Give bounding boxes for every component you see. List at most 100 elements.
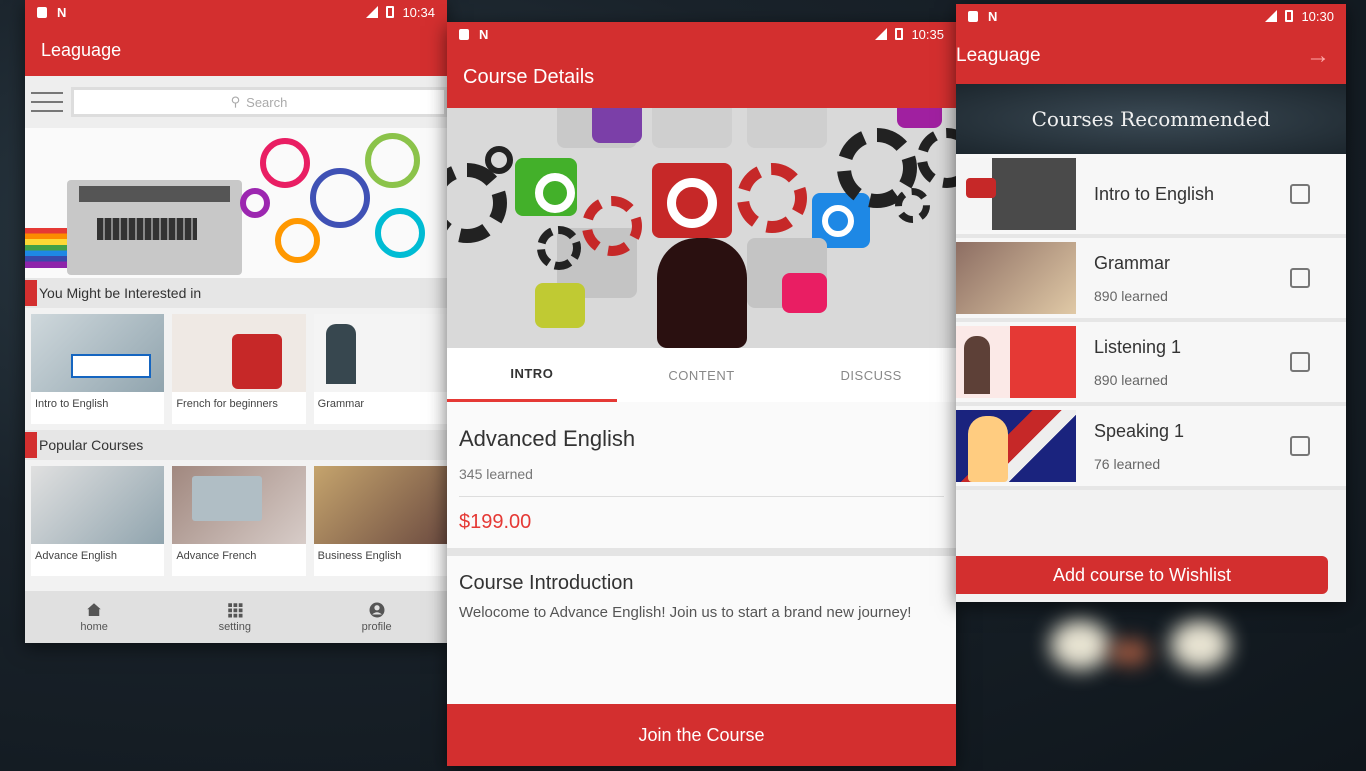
- course-thumbnail: [956, 410, 1076, 482]
- laptop-image: [67, 180, 242, 275]
- nav-setting[interactable]: setting: [219, 601, 251, 633]
- course-info: Grammar 890 learned: [1076, 253, 1290, 304]
- nav-label: home: [80, 621, 108, 633]
- battery-icon: [386, 6, 395, 18]
- course-checkbox[interactable]: [1290, 352, 1310, 372]
- status-bar: N 10:35: [447, 22, 956, 46]
- recommended-item[interactable]: Speaking 1 76 learned: [956, 406, 1346, 490]
- learned-count: 890 learned: [1094, 371, 1168, 388]
- app-bar: Leaguage →: [956, 28, 1346, 84]
- grid-icon: [228, 603, 243, 618]
- phone-course-details: N 10:35 Course Details INTRO CONTENT DIS…: [447, 22, 956, 766]
- signal-icon: [875, 28, 888, 40]
- search-row: ⚲ Search: [25, 76, 447, 128]
- signal-icon: [366, 6, 379, 18]
- course-card[interactable]: Advance French: [172, 466, 306, 576]
- intro-heading: Course Introduction: [459, 572, 634, 594]
- learned-count: 76 learned: [1094, 455, 1161, 472]
- status-bar: N 10:30: [956, 4, 1346, 28]
- course-hero-image: [447, 108, 956, 348]
- battery-icon: [1285, 10, 1294, 22]
- course-name: Speaking 1: [1094, 420, 1185, 441]
- notification-n-icon: N: [479, 26, 489, 42]
- course-info: Speaking 1 76 learned: [1076, 421, 1290, 472]
- background-light: [1050, 620, 1110, 670]
- course-card[interactable]: Grammar: [313, 314, 447, 424]
- course-card[interactable]: Business English: [313, 466, 447, 576]
- tab-content[interactable]: CONTENT: [617, 348, 787, 402]
- divider: [447, 548, 956, 556]
- status-time: 10:30: [1301, 8, 1334, 24]
- sd-card-icon: [968, 10, 978, 22]
- search-icon: ⚲: [230, 94, 241, 109]
- course-thumbnail: [956, 242, 1076, 314]
- menu-icon[interactable]: [31, 92, 63, 112]
- sd-card-icon: [37, 6, 47, 18]
- course-image: [31, 466, 165, 544]
- promo-banner[interactable]: [25, 128, 447, 278]
- course-label: Business English: [317, 550, 402, 562]
- status-time: 10:34: [402, 4, 435, 20]
- nav-profile[interactable]: profile: [362, 601, 392, 633]
- course-card[interactable]: Intro to English: [31, 314, 165, 424]
- app-title: Course Details: [463, 65, 595, 88]
- tab-discuss[interactable]: DISCUSS: [786, 348, 956, 402]
- course-image: [172, 466, 306, 544]
- recommended-banner: Courses Recommended: [956, 84, 1346, 154]
- course-label: Intro to English: [35, 398, 109, 410]
- course-title: Advanced English: [459, 426, 636, 451]
- course-info: Intro to English: [1076, 184, 1290, 205]
- course-label: Grammar: [317, 398, 365, 410]
- add-to-wishlist-button[interactable]: Add course to Wishlist: [956, 556, 1328, 594]
- notification-n-icon: N: [57, 4, 67, 20]
- recommended-item[interactable]: Grammar 890 learned: [956, 238, 1346, 322]
- swirl-decoration: [275, 218, 320, 263]
- course-detail: Advanced English 345 learned $199.00 Cou…: [447, 402, 956, 623]
- join-course-button[interactable]: Join the Course: [447, 704, 956, 766]
- battery-icon: [895, 28, 904, 40]
- divider: [459, 496, 944, 497]
- swirl-decoration: [240, 188, 270, 218]
- interested-cards: Intro to English French for beginners Gr…: [25, 308, 447, 424]
- notification-n-icon: N: [988, 8, 998, 24]
- course-info: Listening 1 890 learned: [1076, 337, 1290, 388]
- phone-home-screen: N 10:34 Leaguage ⚲ Search You Might be I…: [25, 0, 447, 643]
- course-checkbox[interactable]: [1290, 436, 1310, 456]
- arrow-right-icon[interactable]: →: [1306, 42, 1330, 70]
- recommended-item[interactable]: Intro to English: [956, 154, 1346, 238]
- course-thumbnail: [956, 158, 1076, 230]
- course-card[interactable]: French for beginners: [172, 314, 306, 424]
- course-image: [172, 314, 306, 392]
- course-thumbnail: [956, 326, 1076, 398]
- course-checkbox[interactable]: [1290, 268, 1310, 288]
- course-label: French for beginners: [176, 398, 278, 410]
- swirl-decoration: [375, 208, 425, 258]
- intro-text: Welocome to Advance English! Join us to …: [459, 604, 912, 621]
- course-name: Grammar: [1094, 252, 1170, 273]
- course-name: Listening 1: [1094, 336, 1182, 357]
- swirl-decoration: [365, 133, 420, 188]
- course-name: Intro to English: [1094, 183, 1215, 204]
- course-checkbox[interactable]: [1290, 184, 1310, 204]
- course-image: [313, 466, 447, 544]
- course-image: [313, 314, 447, 392]
- app-title: Leaguage: [41, 39, 122, 60]
- nav-label: setting: [218, 621, 251, 633]
- search-input[interactable]: ⚲ Search: [71, 87, 447, 117]
- tab-intro[interactable]: INTRO: [447, 348, 617, 402]
- sd-card-icon: [459, 28, 469, 40]
- status-bar: N 10:34: [25, 0, 447, 24]
- bottom-navigation: home setting profile: [25, 591, 447, 643]
- nav-home[interactable]: home: [80, 601, 108, 633]
- background-light: [1170, 620, 1230, 670]
- background-light: [1110, 640, 1150, 665]
- tab-bar: INTRO CONTENT DISCUSS: [447, 348, 956, 402]
- learned-count: 890 learned: [1094, 287, 1168, 304]
- hand-graphic: [657, 238, 747, 348]
- recommended-item[interactable]: Listening 1 890 learned: [956, 322, 1346, 406]
- section-header-interested: You Might be Interested in: [25, 278, 447, 308]
- learned-count: 345 learned: [459, 466, 533, 482]
- signal-icon: [1265, 10, 1278, 22]
- course-card[interactable]: Advance English: [31, 466, 165, 576]
- search-placeholder: Search: [246, 94, 288, 110]
